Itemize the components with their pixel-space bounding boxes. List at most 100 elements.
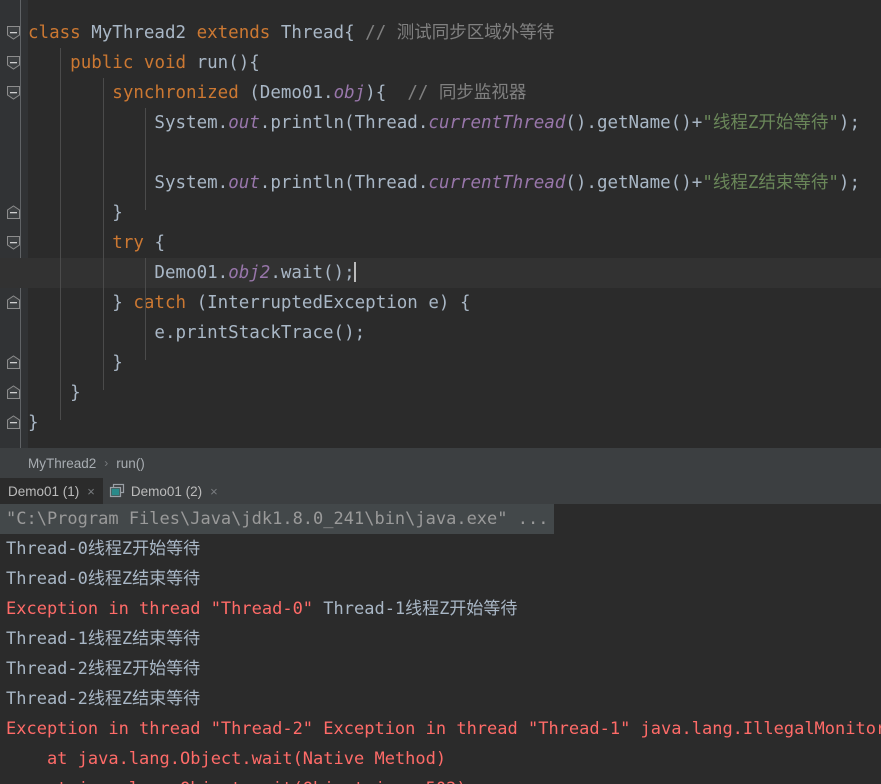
code-token-str: "线程Z开始等待": [702, 113, 839, 133]
code-token-brc: (Demo01.: [249, 83, 334, 103]
close-icon[interactable]: ×: [87, 485, 95, 498]
code-token-cls: Thread: [280, 23, 345, 43]
code-token-id: Demo01.: [28, 263, 229, 283]
code-line[interactable]: }: [0, 408, 881, 438]
code-line-text: }: [28, 378, 81, 408]
code-token-id: System.: [28, 113, 229, 133]
code-line-text: }: [28, 408, 39, 438]
code-token-id: System.: [28, 173, 229, 193]
code-line-text: } catch (InterruptedException e) {: [28, 288, 470, 318]
console-error-text: Exception in thread "Thread-0": [6, 599, 324, 619]
code-line[interactable]: System.out.println(Thread.currentThread(…: [0, 168, 881, 198]
console-output[interactable]: "C:\Program Files\Java\jdk1.8.0_241\bin\…: [0, 504, 881, 784]
code-token-fld: obj2: [228, 263, 271, 283]
console-output-text: Thread-0线程Z开始等待: [6, 539, 201, 559]
breadcrumb-item-method[interactable]: run(): [116, 456, 145, 471]
code-line[interactable]: synchronized (Demo01.obj){ // 同步监视器: [0, 78, 881, 108]
console-line: Thread-2线程Z结束等待: [0, 684, 200, 714]
code-token-brc: {: [344, 23, 366, 43]
code-line[interactable]: Demo01.obj2.wait();: [0, 258, 881, 288]
code-line[interactable]: System.out.println(Thread.currentThread(…: [0, 108, 881, 138]
console-output-text: Thread-1线程Z结束等待: [6, 629, 201, 649]
code-token-punc: [28, 53, 70, 73]
console-error-text: Exception in thread "Thread-2" Exception…: [6, 719, 881, 739]
run-tab-1[interactable]: Demo01 (1) ×: [0, 478, 103, 504]
code-token-kw: void: [143, 53, 197, 73]
console-output-text: Thread-2线程Z开始等待: [6, 659, 201, 679]
code-token-id: ().getName()+: [565, 173, 703, 193]
code-token-fld: obj: [333, 83, 366, 103]
code-token-fld: currentThread: [428, 113, 566, 133]
code-line-text: }: [28, 198, 123, 228]
code-line[interactable]: }: [0, 378, 881, 408]
code-line[interactable]: public void run(){: [0, 48, 881, 78]
console-line: Thread-2线程Z开始等待: [0, 654, 200, 684]
code-editor[interactable]: class MyThread2 extends Thread{ // 测试同步区…: [0, 0, 881, 448]
console-error-text: at java.lang.Object.wait(Native Method): [6, 749, 447, 769]
code-token-cmt: // 同步监视器: [407, 83, 527, 103]
code-token-brc: }: [28, 413, 39, 433]
run-tab-label: Demo01 (1): [8, 483, 80, 499]
code-line[interactable]: }: [0, 348, 881, 378]
code-token-id: ().getName()+: [565, 113, 703, 133]
code-line[interactable]: }: [0, 198, 881, 228]
code-token-str: "线程Z结束等待": [702, 173, 839, 193]
indent-guide-2: [103, 78, 104, 390]
run-tab-label: Demo01 (2): [130, 483, 203, 499]
console-error-text: at java.lang.Object.wait(Object.java:502…: [6, 779, 467, 784]
console-line: Exception in thread "Thread-0" Thread-1线…: [0, 594, 517, 624]
console-output-text: Thread-1线程Z开始等待: [323, 599, 518, 619]
code-token-id: .println(Thread.: [259, 113, 429, 133]
console-line: at java.lang.Object.wait(Object.java:502…: [0, 774, 467, 784]
console-line: at java.lang.Object.wait(Native Method): [0, 744, 446, 774]
code-line-text: class MyThread2 extends Thread{ // 测试同步区…: [28, 18, 554, 48]
console-line: Thread-1线程Z结束等待: [0, 624, 200, 654]
code-token-cmt: // 测试同步区域外等待: [365, 23, 555, 43]
run-tab-2[interactable]: Demo01 (2) ×: [103, 478, 226, 504]
run-tool-tabbar[interactable]: Demo01 (1) × Demo01 (2) ×: [0, 478, 881, 504]
text-caret: [353, 262, 356, 282]
code-token-kw: extends: [196, 23, 281, 43]
code-line-text: public void run(){: [28, 48, 260, 78]
ide-window: class MyThread2 extends Thread{ // 测试同步区…: [0, 0, 881, 784]
code-lines[interactable]: class MyThread2 extends Thread{ // 测试同步区…: [0, 0, 881, 448]
code-token-kw: class: [28, 23, 92, 43]
code-token-kw: try: [112, 233, 155, 253]
code-line-text: System.out.println(Thread.currentThread(…: [28, 108, 860, 138]
code-token-kw: catch: [133, 293, 197, 313]
code-token-id: .println(Thread.: [259, 173, 429, 193]
code-line-text: e.printStackTrace();: [28, 318, 365, 348]
code-token-brc: }: [28, 353, 123, 373]
console-window-icon: [109, 483, 125, 499]
code-line[interactable]: [0, 138, 881, 168]
code-line[interactable]: } catch (InterruptedException e) {: [0, 288, 881, 318]
code-line-text: }: [28, 348, 123, 378]
code-token-id: .wait();: [270, 263, 355, 283]
code-token-id: e.printStackTrace();: [28, 323, 366, 343]
breadcrumb[interactable]: MyThread2 › run(): [0, 448, 881, 478]
console-line: Thread-0线程Z开始等待: [0, 534, 200, 564]
console-command-line: "C:\Program Files\Java\jdk1.8.0_241\bin\…: [0, 504, 555, 534]
code-token-brc: );: [838, 173, 860, 193]
code-token-mth: run: [196, 53, 229, 73]
code-token-fld: currentThread: [428, 173, 566, 193]
breadcrumb-item-class[interactable]: MyThread2: [28, 456, 96, 471]
code-token-punc: [28, 233, 112, 253]
code-token-kw: public: [70, 53, 144, 73]
code-token-fld: out: [228, 113, 260, 133]
console-output-text: Thread-2线程Z结束等待: [6, 689, 201, 709]
console-output-text: Thread-0线程Z结束等待: [6, 569, 201, 589]
indent-guide-3: [145, 108, 146, 210]
close-icon[interactable]: ×: [210, 485, 218, 498]
code-line-text: try {: [28, 228, 165, 258]
console-line: Thread-0线程Z结束等待: [0, 564, 200, 594]
code-line[interactable]: try {: [0, 228, 881, 258]
code-token-brc: (){: [228, 53, 260, 73]
code-token-fld: out: [228, 173, 260, 193]
code-line[interactable]: class MyThread2 extends Thread{ // 测试同步区…: [0, 18, 881, 48]
console-line: Exception in thread "Thread-2" Exception…: [0, 714, 881, 744]
code-token-brc: {: [154, 233, 165, 253]
indent-guide-4: [145, 258, 146, 360]
code-token-brc: );: [838, 113, 860, 133]
code-line[interactable]: e.printStackTrace();: [0, 318, 881, 348]
